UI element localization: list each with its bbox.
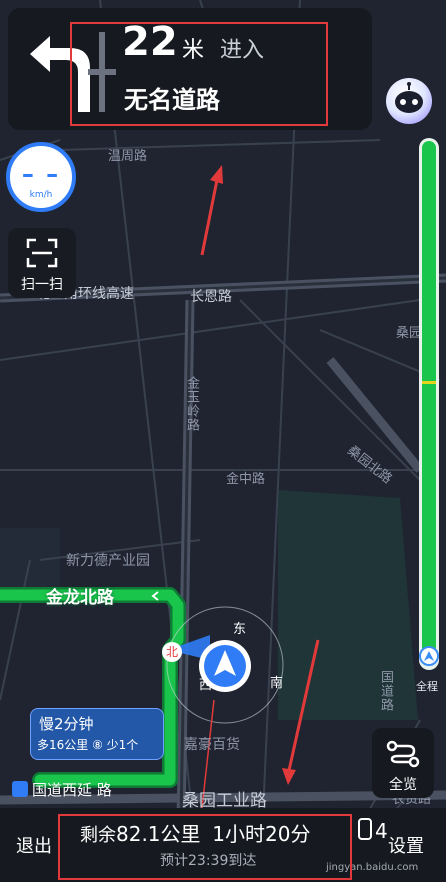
exit-button[interactable]: 退出 [16,832,52,858]
traffic-light-icon [358,818,372,840]
current-position-icon [419,646,439,666]
voice-assistant-icon[interactable] [386,78,432,124]
overview-button[interactable]: 全览 [372,728,434,798]
traffic-light-count: 4 [358,818,388,843]
speedometer: – – km/h [6,142,76,212]
map-label-jinzhong: 金中路 [226,472,266,487]
navigation-pin-icon [12,781,28,797]
compass-south: 南 [270,676,284,691]
car-position-icon [199,640,251,692]
route-progress-fill [422,141,436,654]
scan-label: 扫一扫 [21,277,63,293]
traffic-light-count-value: 4 [375,819,388,843]
compass-north: 北 [162,642,182,662]
route-progress-marker [422,381,436,384]
left-road-label-text: 国道西延 路 [32,781,112,799]
tip-time-delta: 慢2分钟 [39,715,94,733]
tip-distance-delta: 多16公里 ⑧ 少1个 [37,738,139,752]
map-label-xinlide: 新力德产业园 [66,553,150,569]
map-label-wenzhou: 温周路 [108,149,148,164]
speed-unit: km/h [29,190,53,200]
map-label-jiahao: 嘉豪百货 [184,737,240,753]
route-progress-bar [419,138,439,670]
map-label-jinyuling: 金玉岭路 [184,376,199,432]
map-label-changen: 长恩路 [190,289,232,305]
compass-east: 东 [233,622,247,637]
alternative-route-tip[interactable]: 慢2分钟 多16公里 ⑧ 少1个 [30,708,164,760]
annotation-box-guidance [70,22,328,126]
annotation-box-summary [58,814,352,880]
route-overview-icon [386,740,420,768]
route-progress-label: 全程 [416,680,438,693]
settings-button[interactable]: 设置 [388,832,424,858]
scan-icon [26,238,58,268]
scan-button[interactable]: 扫一扫 [8,228,76,298]
current-route-road-label: 金龙北路 [46,588,114,608]
left-road-label: 国道西延 路 [12,779,112,800]
speed-value: – – [21,160,61,188]
overview-label: 全览 [389,777,417,793]
map-label-right-vertical: 国道路 [378,670,393,712]
